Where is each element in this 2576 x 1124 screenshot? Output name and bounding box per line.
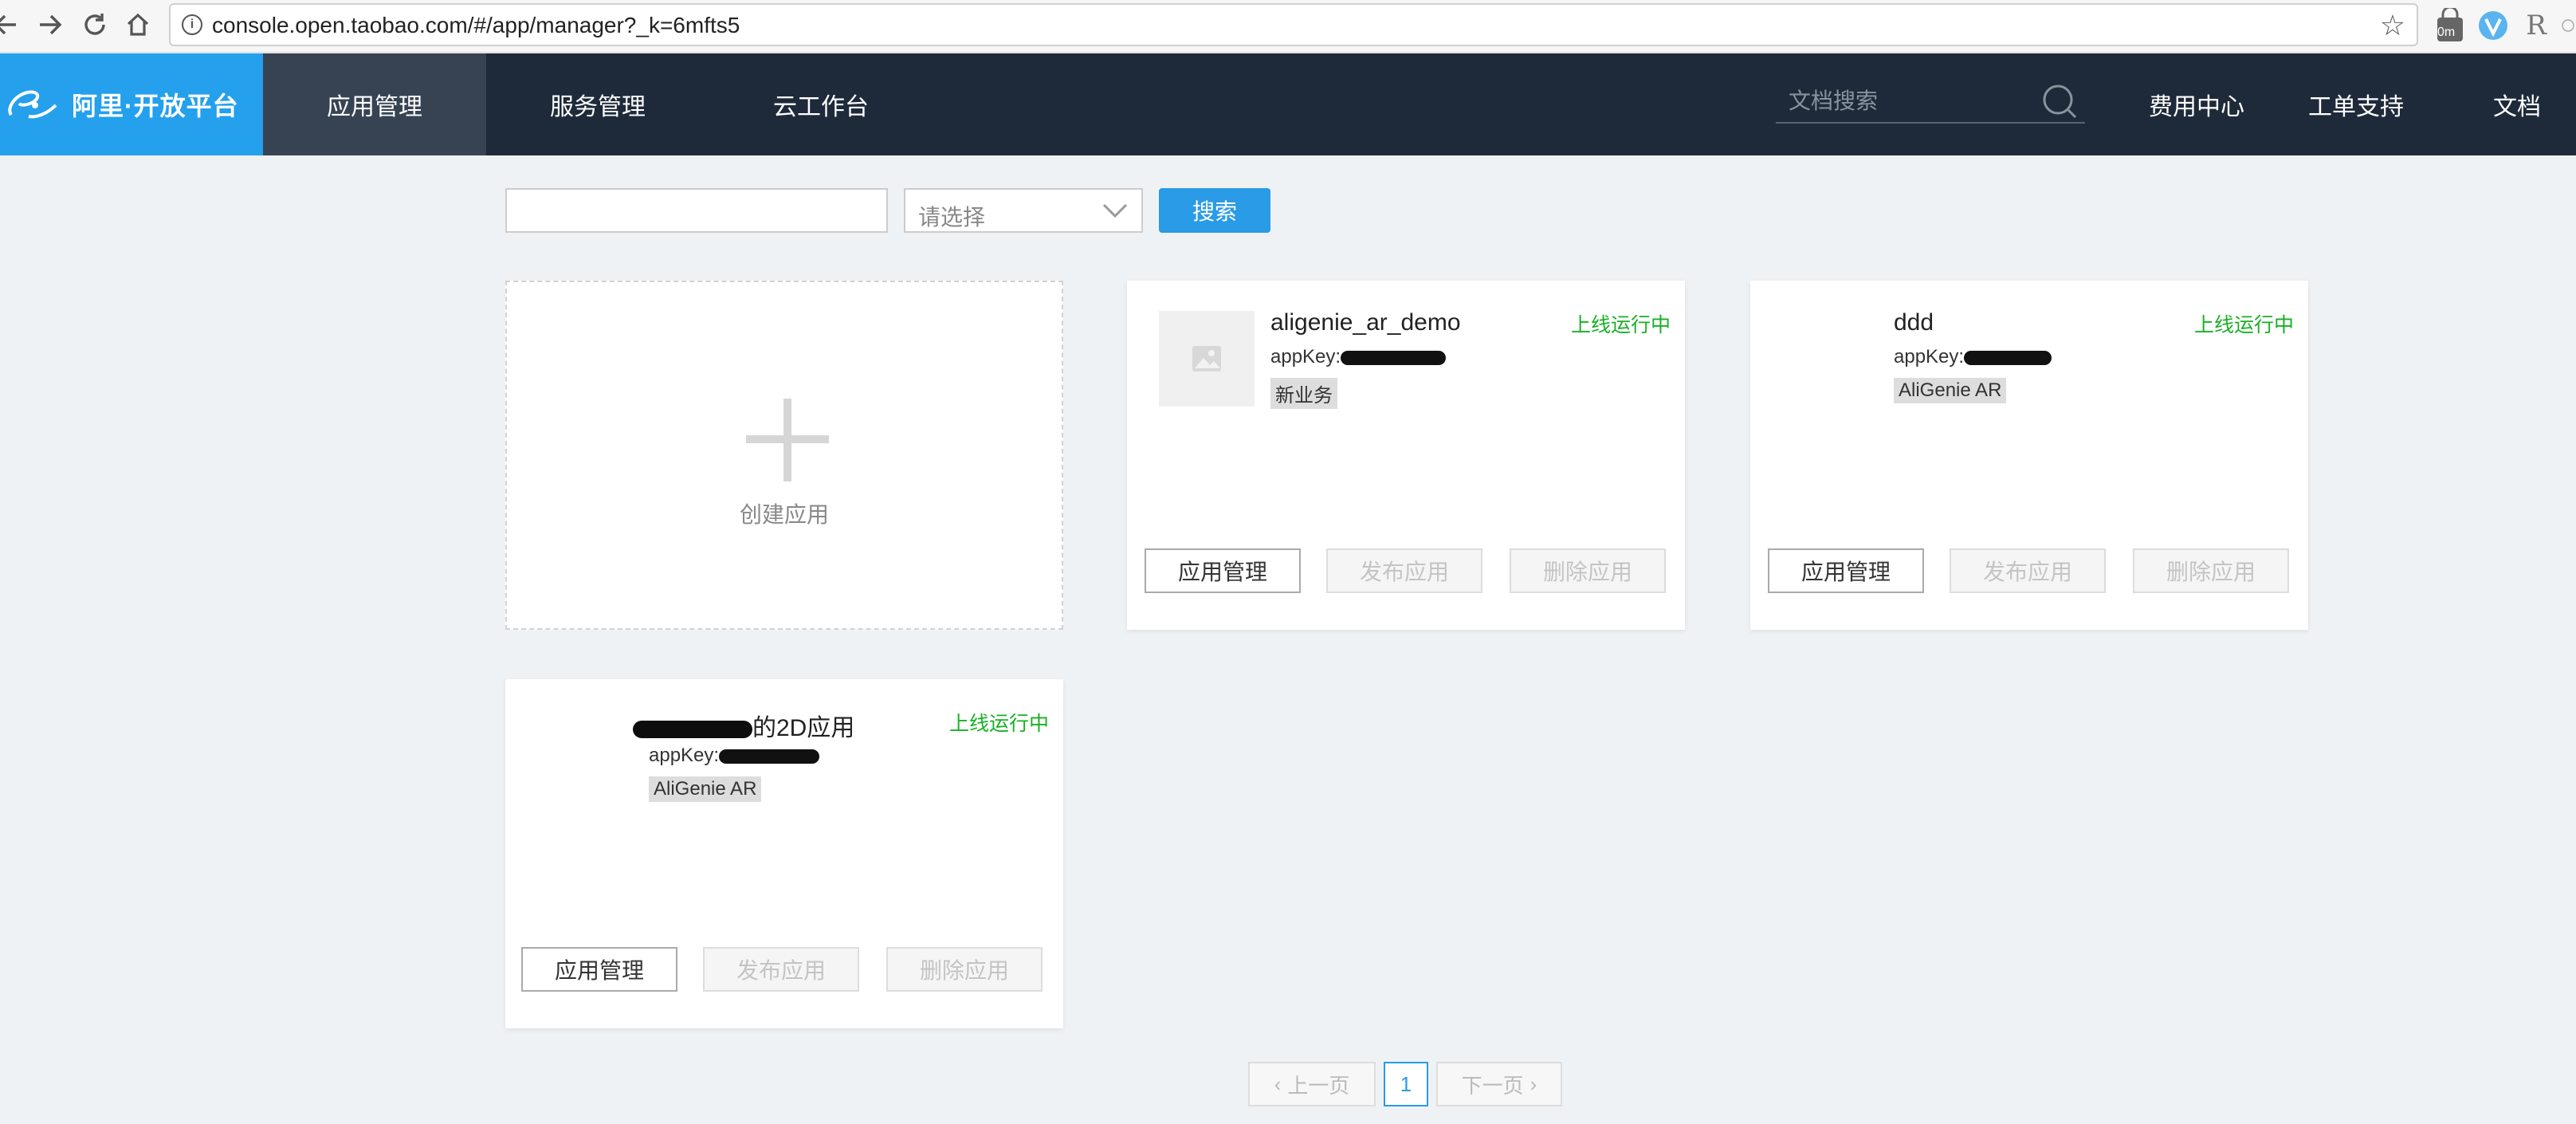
next-page-button[interactable]: 下一页 ›: [1436, 1062, 1562, 1106]
bookmark-star-icon[interactable]: ☆: [2380, 10, 2405, 41]
reload-icon[interactable]: [77, 6, 113, 43]
brand-logo[interactable]: 阿里·开放平台: [0, 53, 263, 155]
manage-app-button[interactable]: 应用管理: [1145, 548, 1301, 593]
page-number-current[interactable]: 1: [1384, 1062, 1428, 1106]
app-key: appKey:: [1894, 346, 2052, 368]
redacted-key: [1964, 350, 2052, 365]
app-tag: AliGenie AR: [1894, 378, 2007, 403]
address-bar[interactable]: i console.open.taobao.com/#/app/manager?…: [169, 3, 2418, 46]
app-name[interactable]: 的2D应用: [633, 708, 854, 743]
nav-docs[interactable]: 文档: [2469, 53, 2565, 155]
manage-app-button[interactable]: 应用管理: [521, 947, 677, 992]
brand-name: 阿里·开放平台: [72, 92, 239, 120]
nav-ticket-support[interactable]: 工单支持: [2292, 53, 2420, 155]
plus-icon: [746, 399, 829, 481]
app-tag: AliGenie AR: [649, 776, 762, 802]
extension-v-icon[interactable]: [2476, 8, 2511, 43]
category-select[interactable]: 请选择: [904, 188, 1143, 233]
prev-page-label: 上一页: [1287, 1073, 1350, 1098]
back-icon[interactable]: [0, 6, 24, 43]
redacted-key: [1341, 350, 1447, 365]
nav-billing-center[interactable]: 费用中心: [2133, 53, 2260, 155]
doc-search-input[interactable]: [1789, 85, 2028, 117]
chevron-left-icon: ‹: [1274, 1071, 1282, 1096]
redacted-key: [719, 749, 820, 764]
manage-app-button[interactable]: 应用管理: [1768, 548, 1924, 593]
redacted-name: [633, 721, 752, 739]
delete-app-button[interactable]: 删除应用: [1510, 548, 1666, 593]
publish-app-button[interactable]: 发布应用: [1950, 548, 2106, 593]
app-key-label: appKey:: [649, 745, 720, 766]
chevron-right-icon: ›: [1530, 1071, 1537, 1096]
publish-app-button[interactable]: 发布应用: [703, 947, 859, 992]
app-tag: 新业务: [1270, 378, 1337, 409]
app-key-label: appKey:: [1270, 346, 1341, 367]
app-key: appKey:: [649, 745, 820, 767]
app-filter-input[interactable]: [505, 188, 888, 233]
publish-app-button[interactable]: 发布应用: [1326, 548, 1482, 593]
forward-icon[interactable]: [32, 6, 69, 43]
nav-cloud-workbench[interactable]: 云工作台: [709, 53, 933, 155]
search-icon[interactable]: [2039, 81, 2080, 122]
alibaba-logo-icon: [8, 90, 57, 119]
next-page-label: 下一页: [1461, 1073, 1524, 1098]
app-status: 上线运行中: [2193, 314, 2294, 336]
app-card: 的2D应用 appKey: AliGenie AR 上线运行中 应用管理 发布应…: [505, 679, 1063, 1028]
app-thumbnail: [1159, 311, 1255, 407]
app-name-suffix: 的2D应用: [752, 715, 855, 741]
app-name[interactable]: ddd: [1894, 309, 1934, 336]
app-key-label: appKey:: [1894, 346, 1965, 367]
app-name[interactable]: aligenie_ar_demo: [1270, 309, 1461, 336]
delete-app-button[interactable]: 删除应用: [886, 947, 1043, 992]
doc-search: [1776, 77, 2085, 124]
app-card: aligenie_ar_demo appKey: 新业务 上线运行中 应用管理 …: [1127, 281, 1685, 630]
app-card: ddd appKey: AliGenie AR 上线运行中 应用管理 发布应用 …: [1750, 281, 2308, 630]
select-placeholder: 请选择: [918, 205, 986, 230]
extension-r-icon[interactable]: R: [2519, 8, 2554, 43]
prev-page-button[interactable]: ‹ 上一页: [1248, 1062, 1376, 1106]
app-status: 上线运行中: [948, 713, 1049, 735]
home-icon[interactable]: [120, 6, 156, 43]
extension-badge: 0m: [2437, 26, 2456, 39]
extension-lock-icon[interactable]: 0m: [2433, 8, 2468, 43]
create-app-card[interactable]: 创建应用: [505, 281, 1063, 630]
info-icon[interactable]: i: [182, 14, 202, 35]
image-placeholder-icon: [1192, 346, 1221, 371]
create-app-label: 创建应用: [739, 502, 829, 527]
top-nav: 阿里·开放平台 应用管理 服务管理 云工作台 费用中心 工单支持 文档: [0, 53, 2576, 155]
app-key: appKey:: [1270, 346, 1447, 368]
nav-app-management[interactable]: 应用管理: [263, 53, 486, 155]
search-button[interactable]: 搜索: [1159, 188, 1270, 233]
chevron-down-icon: [1102, 203, 1128, 218]
delete-app-button[interactable]: 删除应用: [2133, 548, 2289, 593]
extension-partial-icon[interactable]: [2560, 8, 2576, 43]
app-status: 上线运行中: [1570, 314, 1671, 336]
nav-service-management[interactable]: 服务管理: [486, 53, 709, 155]
url-text: console.open.taobao.com/#/app/manager?_k…: [212, 13, 740, 37]
browser-toolbar: i console.open.taobao.com/#/app/manager?…: [0, 0, 2576, 53]
